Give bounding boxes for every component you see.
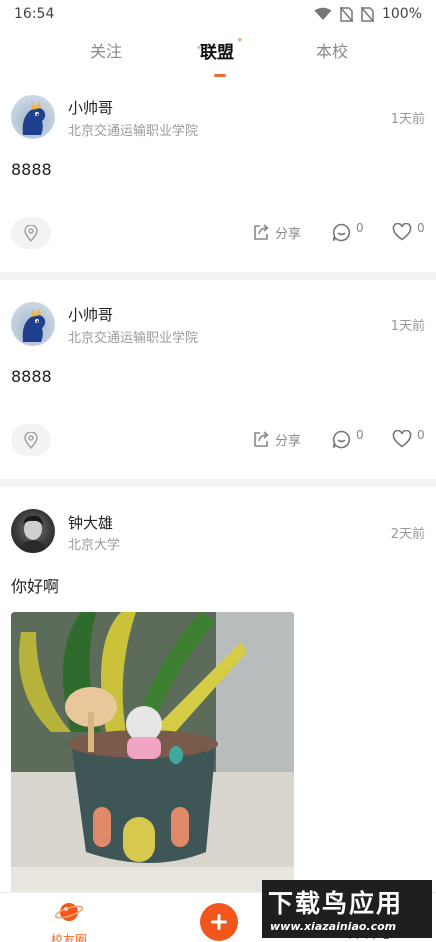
comment-icon xyxy=(332,430,351,449)
school-name: 北京交通运输职业学院 xyxy=(68,331,199,346)
avatar[interactable] xyxy=(11,302,55,346)
tab-school[interactable]: 本校 xyxy=(316,38,348,62)
post-time: 1天前 xyxy=(390,319,425,334)
tab-follow[interactable]: 关注 xyxy=(90,38,122,62)
comment-count: 0 xyxy=(356,221,364,235)
plus-icon xyxy=(211,914,227,930)
like-button[interactable]: 0 xyxy=(392,428,425,448)
no-sim-icon xyxy=(339,6,353,22)
post-text: 你好啊 xyxy=(11,577,60,596)
status-icons: 100% xyxy=(314,6,422,22)
comment-button[interactable]: 0 xyxy=(332,428,364,449)
battery-level: 100% xyxy=(381,6,422,22)
dinosaur-avatar-icon xyxy=(22,308,46,342)
status-bar: 16:54 100% xyxy=(0,0,436,28)
post-card: 钟大雄 北京大学 2天前 你好啊 xyxy=(0,487,436,894)
post-divider xyxy=(0,272,436,280)
wifi-icon xyxy=(314,7,332,20)
sparkle-icon: ✦ xyxy=(236,36,244,46)
heart-icon xyxy=(392,223,412,241)
location-button[interactable] xyxy=(11,424,51,456)
post-text: 8888 xyxy=(11,367,52,386)
location-pin-icon xyxy=(24,224,38,242)
post-photo[interactable] xyxy=(11,612,294,894)
avatar[interactable] xyxy=(11,95,55,139)
post-time: 2天前 xyxy=(390,527,425,542)
post-text: 8888 xyxy=(11,160,52,179)
share-icon xyxy=(254,431,269,447)
like-count: 0 xyxy=(417,221,425,235)
post-time: 1天前 xyxy=(390,112,425,127)
watermark-title: 下载鸟应用 xyxy=(268,889,404,918)
dinosaur-avatar-icon xyxy=(22,101,46,135)
like-button[interactable]: 0 xyxy=(392,221,425,241)
status-time: 16:54 xyxy=(14,6,55,22)
location-button[interactable] xyxy=(11,217,51,249)
user-name[interactable]: 小帅哥 xyxy=(68,97,113,118)
school-name: 北京交通运输职业学院 xyxy=(68,124,199,139)
user-name[interactable]: 钟大雄 xyxy=(68,512,113,533)
plant-photo-image xyxy=(11,612,294,894)
person-avatar-icon xyxy=(19,515,47,553)
comment-button[interactable]: 0 xyxy=(332,221,364,242)
share-icon xyxy=(254,224,269,240)
avatar[interactable] xyxy=(11,509,55,553)
comment-count: 0 xyxy=(356,428,364,442)
active-tab-indicator xyxy=(214,74,226,77)
planet-icon xyxy=(54,903,84,921)
no-sim-icon-2 xyxy=(360,6,374,22)
nav-home[interactable]: 校友圈 xyxy=(44,899,94,942)
share-button[interactable]: 分享 xyxy=(252,430,301,449)
share-label: 分享 xyxy=(275,227,302,242)
share-button[interactable]: 分享 xyxy=(252,223,301,242)
comment-icon xyxy=(332,223,351,242)
post-card: 小帅哥 北京交通运输职业学院 1天前 8888 分享 0 0 xyxy=(0,280,436,478)
post-divider xyxy=(0,479,436,487)
school-name: 北京大学 xyxy=(68,538,121,553)
nav-home-label: 校友圈 xyxy=(50,933,87,942)
watermark: 下载鸟应用 www.xiazainiao.com xyxy=(262,880,432,938)
like-count: 0 xyxy=(417,428,425,442)
tab-alliance[interactable]: 联盟 xyxy=(200,38,234,63)
watermark-url: www.xiazainiao.com xyxy=(270,920,397,933)
user-name[interactable]: 小帅哥 xyxy=(68,304,113,325)
top-tabs: 关注 ✦ 联盟 ✦ 本校 xyxy=(0,30,436,77)
post-card: 小帅哥 北京交通运输职业学院 1天前 8888 分享 0 0 xyxy=(0,80,436,270)
add-post-button[interactable] xyxy=(200,903,238,941)
share-label: 分享 xyxy=(275,434,302,449)
location-pin-icon xyxy=(24,431,38,449)
heart-icon xyxy=(392,430,412,448)
